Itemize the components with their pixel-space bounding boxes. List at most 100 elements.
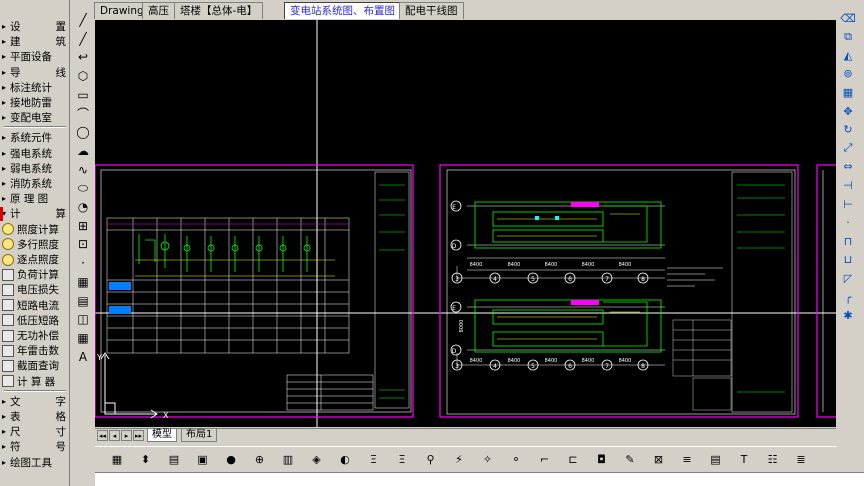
- point-tool-icon[interactable]: ·: [75, 255, 91, 271]
- menu-item[interactable]: ▸ 文字: [2, 394, 68, 409]
- calc-icon[interactable]: ▤: [708, 451, 724, 467]
- line-tool-icon[interactable]: ╱: [75, 12, 91, 28]
- menu-item[interactable]: ▸ 接地防雷: [2, 95, 68, 110]
- menu-item[interactable]: 低压短路: [2, 313, 68, 328]
- chamfer-icon[interactable]: ◸: [840, 270, 856, 286]
- xline-tool-icon[interactable]: ╱: [75, 31, 91, 47]
- extend-icon[interactable]: ⊢: [840, 196, 856, 212]
- menu-item[interactable]: 照度计算: [2, 222, 68, 237]
- region-tool-icon[interactable]: ◫: [75, 311, 91, 327]
- break-point-icon[interactable]: ·: [840, 215, 856, 231]
- rectangle-tool-icon[interactable]: ▭: [75, 87, 91, 103]
- explode-icon[interactable]: ✱: [840, 308, 856, 324]
- menu-item[interactable]: ▸ 导线: [2, 65, 68, 80]
- menu-item[interactable]: 逐点照度: [2, 252, 68, 267]
- menu-item[interactable]: ▸ 尺寸: [2, 424, 68, 439]
- polygon-tool-icon[interactable]: ⬡: [75, 68, 91, 84]
- menu-item[interactable]: 多行照度: [2, 237, 68, 252]
- insert-icon[interactable]: ◐: [337, 451, 353, 467]
- match-icon[interactable]: ⊕: [252, 451, 268, 467]
- menu-item[interactable]: ▾ 计算: [2, 206, 68, 221]
- circle-tool-icon[interactable]: ◯: [75, 124, 91, 140]
- measure-icon[interactable]: ✎: [622, 451, 638, 467]
- rotate-icon[interactable]: ↻: [840, 122, 856, 138]
- search-icon[interactable]: ⚬: [508, 451, 524, 467]
- edit-icon[interactable]: ⌐: [537, 451, 553, 467]
- wire-icon[interactable]: ⚲: [423, 451, 439, 467]
- menu-item[interactable]: ▸ 表格: [2, 409, 68, 424]
- menu-item[interactable]: ▸ 标注统计: [2, 80, 68, 95]
- menu-item[interactable]: ▸ 弱电系统: [2, 161, 68, 176]
- array-icon[interactable]: ▦: [840, 84, 856, 100]
- hatch-tool-icon[interactable]: ▦: [75, 274, 91, 290]
- offset-icon[interactable]: ⊚: [840, 66, 856, 82]
- join-icon[interactable]: ⊔: [840, 252, 856, 268]
- print-icon[interactable]: ▤: [166, 451, 182, 467]
- layout-tab[interactable]: 模型: [147, 429, 177, 442]
- menu-item[interactable]: 截面查询: [2, 358, 68, 373]
- fillet-icon[interactable]: ╭: [840, 289, 856, 305]
- menu-item[interactable]: ▸ 强电系统: [2, 146, 68, 161]
- ellipse-arc-tool-icon[interactable]: ◔: [75, 199, 91, 215]
- gradient-tool-icon[interactable]: ▤: [75, 293, 91, 309]
- stretch-icon[interactable]: ⇔: [840, 159, 856, 175]
- menu-item[interactable]: 计 算 器: [2, 374, 68, 389]
- menu-item[interactable]: ▸ 建筑: [2, 34, 68, 49]
- menu-item[interactable]: 短路电流: [2, 298, 68, 313]
- zoom-icon[interactable]: ▦: [109, 451, 125, 467]
- menu-item[interactable]: ▸ 系统元件: [2, 130, 68, 145]
- menu-item[interactable]: 年雷击数: [2, 343, 68, 358]
- document-tab[interactable]: 高压: [142, 2, 175, 19]
- menu-item[interactable]: ▸ 变配电室: [2, 110, 68, 125]
- document-tab[interactable]: 配电干线图: [399, 2, 464, 19]
- property-icon[interactable]: ◘: [594, 451, 610, 467]
- save-icon[interactable]: ▣: [195, 451, 211, 467]
- mtext-tool-icon[interactable]: A: [75, 349, 91, 365]
- make-block-icon[interactable]: ⊡: [75, 236, 91, 252]
- document-tab[interactable]: 变电站系统图、布置图: [284, 2, 401, 19]
- insert-block-icon[interactable]: ⊞: [75, 218, 91, 234]
- device-icon[interactable]: ⚡: [451, 451, 467, 467]
- select-icon[interactable]: ⊏: [565, 451, 581, 467]
- symbol-icon[interactable]: Ξ: [394, 451, 410, 467]
- help-icon[interactable]: ≣: [793, 451, 809, 467]
- move-icon[interactable]: ✥: [840, 103, 856, 119]
- menu-item[interactable]: ▸ 消防系统: [2, 176, 68, 191]
- layout-nav-button[interactable]: ▸: [121, 430, 132, 441]
- drawing-canvas[interactable]: Y X E D E D 3 4 5 6 7 8 3 4 5 6 7 8 8400…: [95, 20, 836, 427]
- mirror-icon[interactable]: ◭: [840, 47, 856, 63]
- menu-item[interactable]: ▸ 符号: [2, 439, 68, 454]
- layer-icon[interactable]: ●: [223, 451, 239, 467]
- menu-item[interactable]: ▸ 设置: [2, 19, 68, 34]
- menu-item[interactable]: 无功补偿: [2, 328, 68, 343]
- open-icon[interactable]: ⬍: [138, 451, 154, 467]
- revcloud-tool-icon[interactable]: ☁: [75, 143, 91, 159]
- arc-tool-icon[interactable]: ⌒: [75, 106, 91, 122]
- attribute-icon[interactable]: ◈: [309, 451, 325, 467]
- menu-item[interactable]: ▸ 绘图工具: [2, 455, 68, 470]
- scale-icon[interactable]: ⤢: [840, 140, 856, 156]
- copy-icon[interactable]: ⧉: [840, 29, 856, 45]
- layout-nav-button[interactable]: ▸▸: [133, 430, 144, 441]
- menu-item[interactable]: ▸ 平面设备: [2, 49, 68, 64]
- layout-tab[interactable]: 布局1: [181, 429, 218, 442]
- report-icon[interactable]: T: [736, 451, 752, 467]
- tag-icon[interactable]: ≡: [679, 451, 695, 467]
- break-icon[interactable]: ⊓: [840, 233, 856, 249]
- menu-item[interactable]: 电压损失: [2, 282, 68, 297]
- trim-icon[interactable]: ⊣: [840, 177, 856, 193]
- polyline-tool-icon[interactable]: ↩: [75, 49, 91, 65]
- dimension-icon[interactable]: Ξ: [366, 451, 382, 467]
- menu-item[interactable]: ▸ 原 理 图: [2, 191, 68, 206]
- layout-nav-button[interactable]: ◂◂: [97, 430, 108, 441]
- purge-icon[interactable]: ☷: [765, 451, 781, 467]
- layout-nav-button[interactable]: ◂: [109, 430, 120, 441]
- document-tab[interactable]: 塔楼【总体-电】: [174, 2, 264, 19]
- table-tool-icon[interactable]: ▦: [75, 330, 91, 346]
- block-icon[interactable]: ▥: [280, 451, 296, 467]
- spline-tool-icon[interactable]: ∿: [75, 162, 91, 178]
- lightning-icon[interactable]: ✧: [480, 451, 496, 467]
- ellipse-tool-icon[interactable]: ⬭: [75, 180, 91, 196]
- erase-icon[interactable]: ⌫: [840, 10, 856, 26]
- menu-item[interactable]: 负荷计算: [2, 267, 68, 282]
